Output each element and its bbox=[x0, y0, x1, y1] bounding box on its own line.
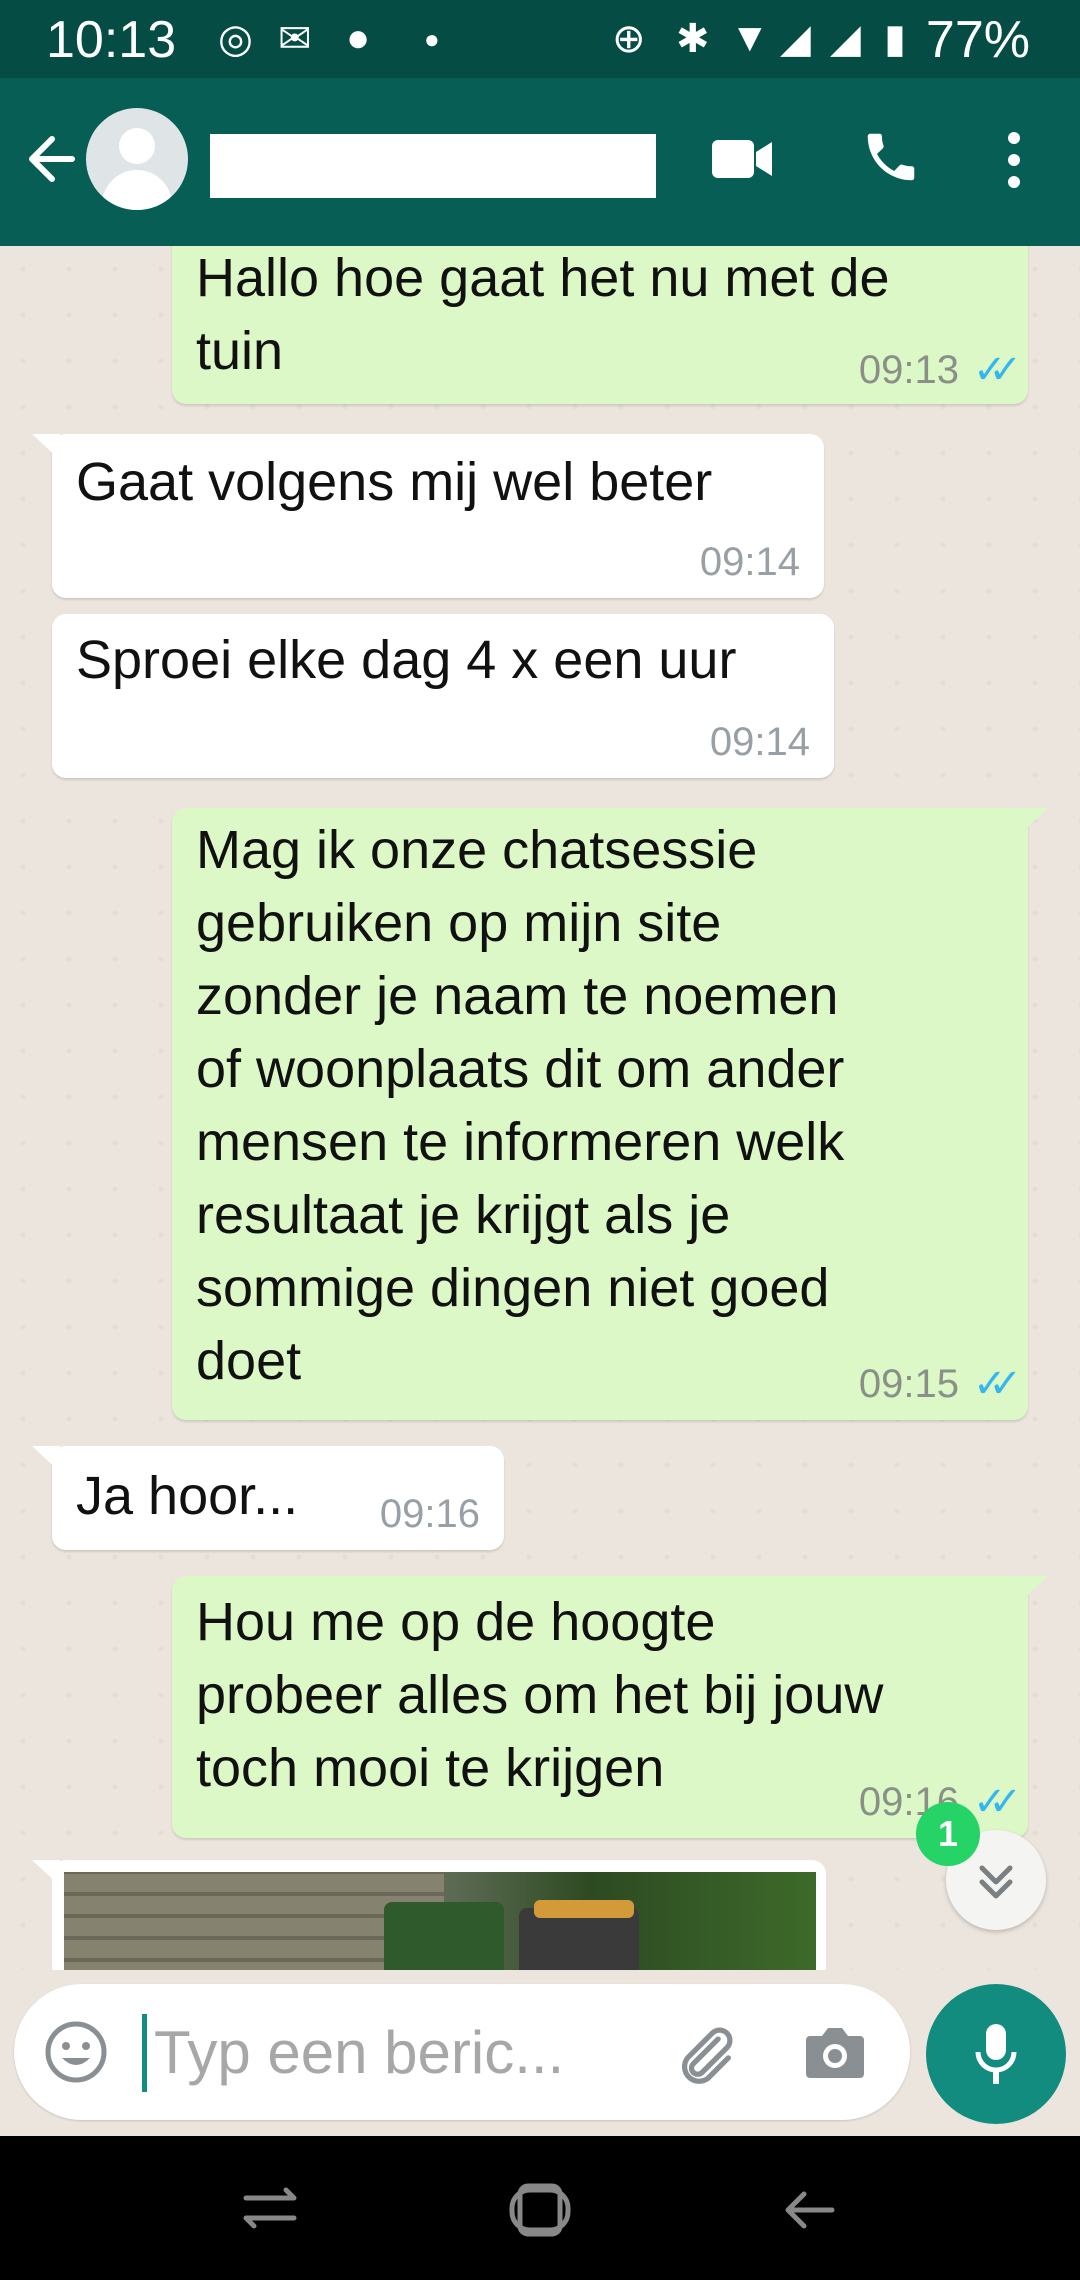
message-text: Mag ik onze chatsessie bbox=[196, 820, 758, 880]
read-ticks-icon: ✓✓ bbox=[972, 348, 1022, 392]
message-composer bbox=[14, 1984, 910, 2120]
garden-photo[interactable] bbox=[64, 1872, 816, 1970]
video-call-icon[interactable] bbox=[710, 134, 774, 184]
message-text: Ja hoor... bbox=[76, 1466, 299, 1526]
chrome-icon: ◎ bbox=[218, 17, 253, 61]
battery-level: 77% bbox=[925, 11, 1030, 69]
recent-apps-icon[interactable] bbox=[240, 2180, 300, 2236]
message-bubble-incoming[interactable]: Gaat volgens mij wel beter 09:14 bbox=[32, 434, 824, 598]
message-text: doet bbox=[196, 1331, 302, 1391]
message-text: sommige dingen niet goed bbox=[196, 1258, 830, 1318]
message-input[interactable] bbox=[152, 2006, 636, 2098]
emoji-icon[interactable] bbox=[44, 2020, 108, 2084]
message-time: 09:14 bbox=[709, 720, 810, 764]
message-text: Hou me op de hoogte bbox=[196, 1592, 716, 1652]
gmail-icon: ✉ bbox=[278, 17, 312, 61]
message-text: resultaat je krijgt als je bbox=[196, 1185, 731, 1245]
message-text: tuin bbox=[196, 321, 284, 381]
voice-record-button[interactable] bbox=[926, 1984, 1066, 2124]
text-cursor bbox=[142, 2014, 147, 2092]
message-text: Sproei elke dag 4 x een uur bbox=[76, 630, 737, 690]
message-text: of woonplaats dit om ander bbox=[196, 1039, 845, 1099]
paperclip-icon[interactable] bbox=[670, 2020, 740, 2090]
back-nav-icon[interactable] bbox=[780, 2184, 838, 2236]
bluetooth-icon: ✱ bbox=[676, 17, 710, 61]
contact-name[interactable] bbox=[210, 134, 656, 198]
chat-area[interactable]: Hallo hoe gaat het nu met de tuin 09:13 ✓… bbox=[0, 246, 1080, 1970]
message-text: gebruiken op mijn site bbox=[196, 893, 722, 953]
data-saver-icon: ⊕ bbox=[612, 17, 646, 61]
message-text: mensen te informeren welk bbox=[196, 1112, 845, 1172]
home-icon[interactable] bbox=[506, 2176, 574, 2244]
message-time: 09:13 bbox=[858, 348, 959, 392]
signal-icon: ◢ bbox=[780, 17, 811, 61]
message-text: Hallo hoe gaat het nu met de bbox=[196, 248, 890, 308]
notification-dot-icon: ● bbox=[346, 16, 371, 60]
message-bubble-incoming[interactable]: Sproei elke dag 4 x een uur 09:14 bbox=[52, 614, 834, 778]
message-text: zonder je naam te noemen bbox=[196, 966, 839, 1026]
message-bubble-outgoing[interactable]: Hou me op de hoogte probeer alles om het… bbox=[172, 1576, 1048, 1838]
signal-2-icon: ◢ bbox=[830, 17, 861, 61]
mic-icon bbox=[975, 2024, 1017, 2084]
avatar[interactable] bbox=[86, 108, 188, 210]
system-navigation-bar bbox=[0, 2136, 1080, 2280]
wifi-icon: ▼ bbox=[730, 16, 770, 60]
image-message[interactable] bbox=[32, 1860, 826, 1970]
message-time: 09:15 bbox=[858, 1362, 959, 1406]
camera-icon[interactable] bbox=[802, 2022, 868, 2082]
status-bar: 10:13 ◎ ✉ ● ● ⊕ ✱ ▼ ◢ ◢ ▮ 77% bbox=[0, 0, 1080, 78]
read-ticks-icon: ✓✓ bbox=[972, 1362, 1022, 1406]
unread-count-badge: 1 bbox=[916, 1802, 980, 1866]
chat-header bbox=[0, 78, 1080, 246]
message-text: toch mooi te krijgen bbox=[196, 1738, 665, 1798]
arrow-left-icon[interactable] bbox=[22, 124, 82, 194]
more-vert-icon[interactable] bbox=[1000, 130, 1028, 190]
battery-icon: ▮ bbox=[884, 17, 907, 61]
message-time: 09:16 bbox=[379, 1492, 480, 1536]
status-time: 10:13 bbox=[46, 11, 177, 69]
message-text: Gaat volgens mij wel beter bbox=[76, 452, 713, 512]
message-bubble-incoming[interactable]: Ja hoor... 09:16 bbox=[32, 1446, 504, 1550]
read-ticks-icon: ✓✓ bbox=[972, 1780, 1022, 1824]
message-bubble-outgoing[interactable]: Mag ik onze chatsessie gebruiken op mijn… bbox=[172, 808, 1048, 1420]
message-time: 09:14 bbox=[699, 540, 800, 584]
message-text: probeer alles om het bij jouw bbox=[196, 1665, 884, 1725]
message-bubble-outgoing[interactable]: Hallo hoe gaat het nu met de tuin 09:13 ✓… bbox=[172, 246, 1028, 404]
phone-icon[interactable] bbox=[860, 126, 922, 188]
dot-icon: ● bbox=[424, 24, 440, 54]
